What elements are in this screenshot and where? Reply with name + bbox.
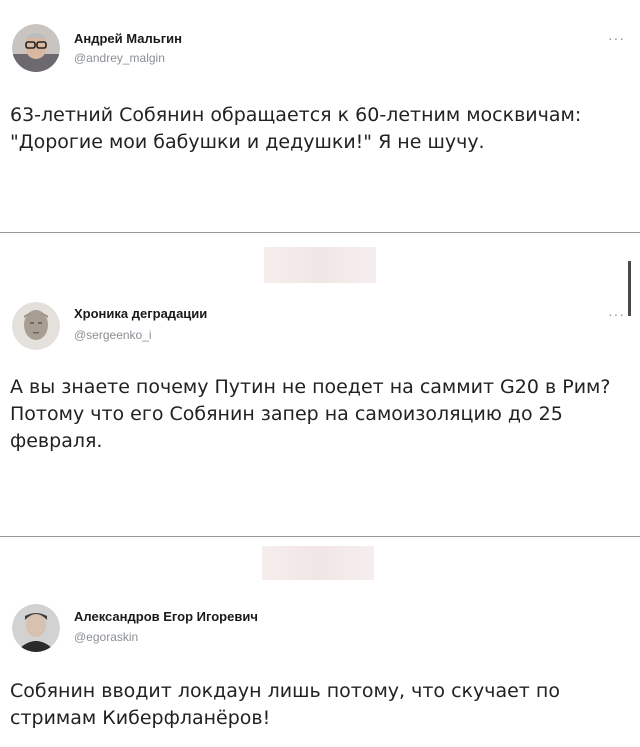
- author-handle[interactable]: @sergeenko_i: [74, 328, 152, 342]
- tweet-1: Андрей Мальгин @andrey_malgin ··· 63-лет…: [0, 0, 640, 232]
- more-icon[interactable]: ···: [608, 30, 625, 46]
- avatar-egor[interactable]: [12, 604, 60, 652]
- author-name[interactable]: Хроника деградации: [74, 306, 207, 321]
- tweet-3: Александров Егор Игоревич @egoraskin Соб…: [0, 536, 640, 747]
- tweet-text: А вы знаете почему Путин не поедет на са…: [10, 376, 611, 452]
- avatar-andrey[interactable]: [12, 24, 60, 72]
- tweet-text: 63-летний Собянин обращается к 60-летним…: [10, 104, 582, 153]
- author-handle[interactable]: @egoraskin: [74, 630, 138, 644]
- more-icon[interactable]: ···: [608, 306, 625, 322]
- author-name[interactable]: Александров Егор Игоревич: [74, 609, 258, 624]
- avatar-statue[interactable]: [12, 302, 60, 350]
- tweet-2: Хроника деградации @sergeenko_i ··· А вы…: [0, 232, 640, 536]
- author-name[interactable]: Андрей Мальгин: [74, 31, 182, 46]
- author-handle[interactable]: @andrey_malgin: [74, 51, 165, 65]
- tweet-text: Собянин вводит локдаун лишь потому, что …: [10, 680, 560, 729]
